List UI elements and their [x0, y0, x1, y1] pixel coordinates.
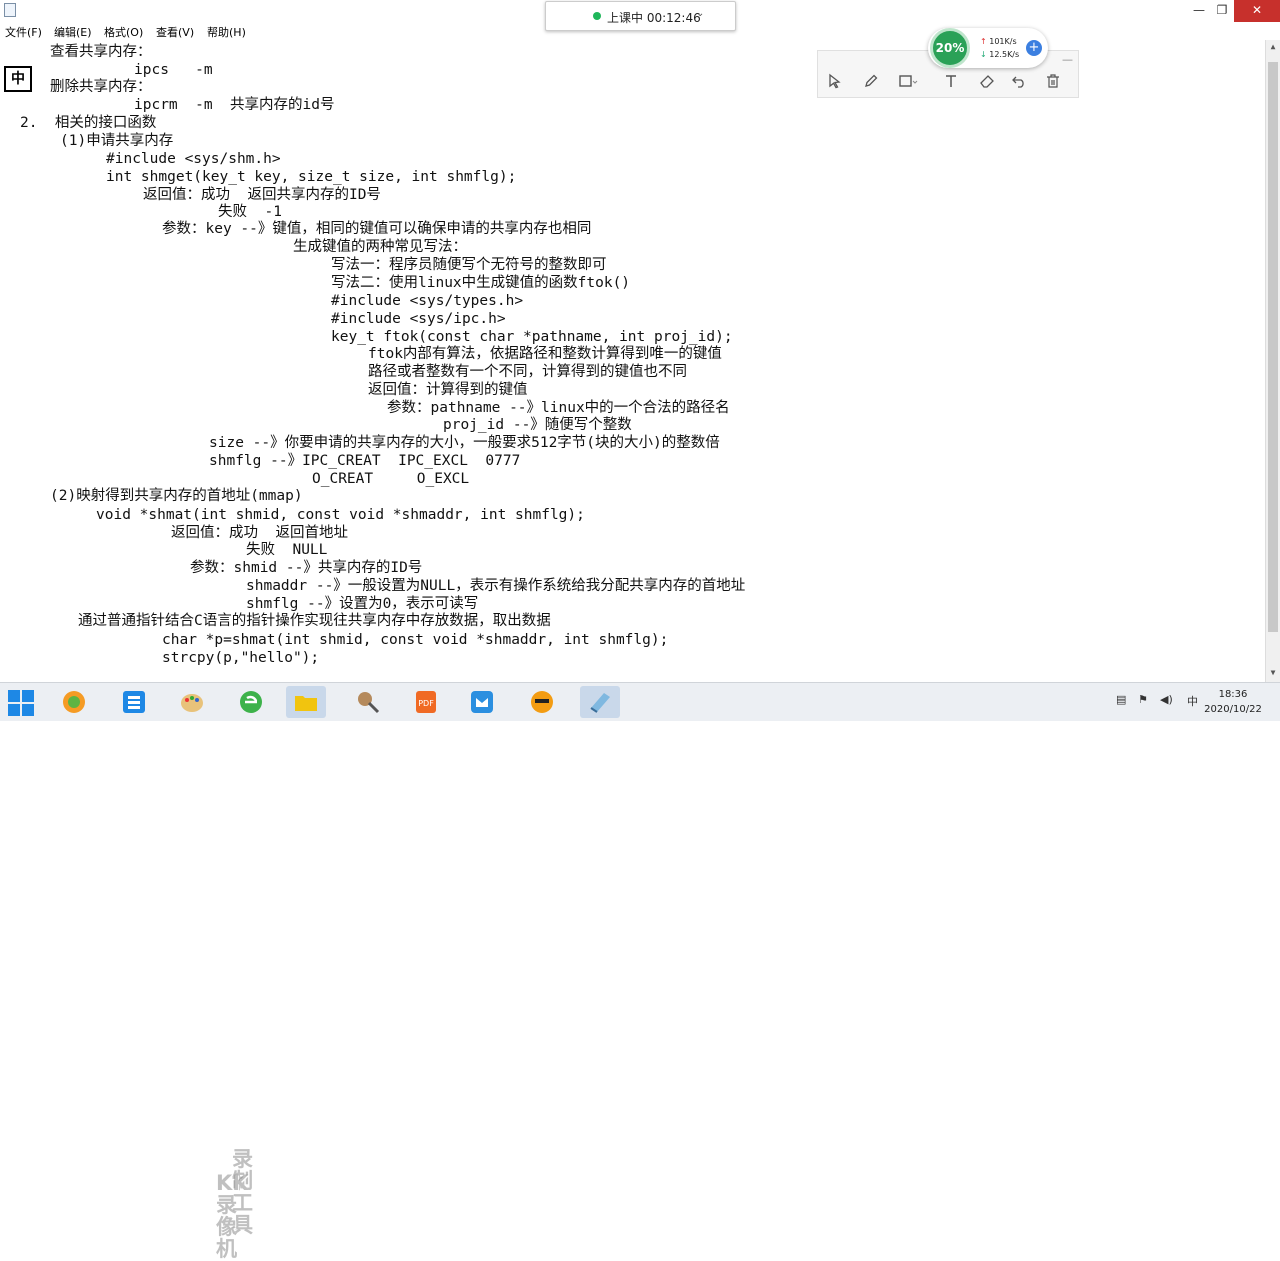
scrollbar-thumb[interactable]	[1268, 62, 1278, 632]
doc-line: ipcrm -m 共享内存的id号	[134, 97, 335, 113]
upload-speed: ↑ 101K/s	[980, 37, 1017, 46]
doc-line: (1)申请共享内存	[60, 133, 174, 149]
doc-line: 写法一：程序员随便写个无符号的整数即可	[331, 257, 607, 273]
doc-line: 参数：pathname --》linux中的一个合法的路径名	[387, 400, 730, 416]
doc-line: 失败 NULL	[246, 542, 328, 558]
notepad-icon[interactable]	[580, 686, 620, 718]
undo-icon[interactable]	[1010, 73, 1028, 91]
doc-line: 查看共享内存：	[50, 44, 152, 60]
vertical-scrollbar[interactable]: ▲ ▼	[1265, 40, 1280, 682]
pen-icon[interactable]	[862, 73, 880, 91]
doc-line: 返回值：计算得到的键值	[368, 382, 528, 398]
rectangle-icon[interactable]	[898, 73, 918, 91]
taskbar: PDF ▤ ⚑ ◀) 中 18:36 2020/10/22	[0, 682, 1280, 721]
eraser-icon[interactable]	[978, 73, 996, 91]
menu-help[interactable]: 帮助(H)	[207, 24, 246, 40]
doc-line: 通过普通指针结合C语言的指针操作实现往共享内存中存放数据，取出数据	[78, 613, 551, 629]
download-speed: ↓ 12.5K/s	[980, 50, 1020, 59]
doc-line: 2. 相关的接口函数	[20, 115, 157, 131]
watermark-line: KK录像机	[216, 1171, 249, 1261]
close-button[interactable]: ✕	[1234, 0, 1280, 22]
class-timer: 上课中 00:12:46	[607, 11, 701, 25]
doc-line: ftok内部有算法，依据路径和整数计算得到唯一的键值	[368, 346, 722, 362]
chevron-down-icon[interactable]: ⌄	[696, 8, 704, 19]
doc-line: char *p=shmat(int shmid, const void *shm…	[162, 632, 669, 648]
email-icon[interactable]	[462, 686, 502, 718]
clock-date: 2020/10/22	[1204, 704, 1262, 715]
doc-line: key_t ftok(const char *pathname, int pro…	[331, 329, 733, 345]
menu-format[interactable]: 格式(O)	[104, 24, 143, 40]
taskbar-clock[interactable]: 18:36 2020/10/22	[1200, 687, 1266, 717]
doc-line: 写法二：使用linux中生成键值的函数ftok()	[331, 275, 631, 291]
menu-view[interactable]: 查看(V)	[156, 24, 194, 40]
minimize-button[interactable]: —	[1188, 0, 1210, 22]
menu-edit[interactable]: 编辑(E)	[54, 24, 92, 40]
tray-volume-icon[interactable]: ◀)	[1160, 693, 1173, 706]
doc-line: ipcs -m	[134, 62, 213, 78]
doc-line: shmflg --》设置为0，表示可读写	[246, 596, 479, 612]
paint-icon[interactable]	[172, 686, 212, 718]
network-speed-widget[interactable]: 20% ↑ 101K/s ↓ 12.5K/s +	[928, 28, 1048, 68]
doc-line: shmflg --》IPC_CREAT IPC_EXCL 0777	[209, 453, 521, 469]
select-icon[interactable]	[826, 73, 844, 91]
text-icon[interactable]	[942, 73, 960, 91]
doc-line: int shmget(key_t key, size_t size, int s…	[106, 169, 517, 185]
tray-network-icon[interactable]: ▤	[1116, 693, 1126, 706]
pdf-icon[interactable]: PDF	[406, 686, 446, 718]
trash-icon[interactable]	[1044, 73, 1062, 91]
doc-line: #include <sys/types.h>	[331, 293, 524, 309]
file-manager-icon[interactable]	[114, 686, 154, 718]
doc-line: 删除共享内存：	[50, 79, 152, 95]
upload-speed-value: 101K/s	[989, 37, 1017, 46]
live-status-dot-icon	[593, 12, 601, 20]
tray-flag-icon[interactable]: ⚑	[1138, 693, 1148, 706]
folder-icon[interactable]	[286, 686, 326, 718]
scroll-down-icon[interactable]: ▼	[1266, 668, 1280, 677]
windows-start-icon[interactable]	[8, 690, 34, 716]
download-speed-value: 12.5K/s	[989, 50, 1020, 59]
doc-line: void *shmat(int shmid, const void *shmad…	[96, 507, 585, 523]
maximize-button[interactable]: ❐	[1210, 0, 1234, 22]
class-status-pill[interactable]: 上课中 00:12:46 ⌄	[545, 1, 736, 31]
tray-ime[interactable]: 中	[1187, 693, 1198, 709]
doc-line: 返回值：成功 返回首地址	[171, 525, 348, 541]
doc-line: (2)映射得到共享内存的首地址(mmap)	[50, 488, 303, 504]
doc-line: O_CREAT O_EXCL	[312, 471, 470, 487]
doc-line: shmaddr --》一般设置为NULL，表示有操作系统给我分配共享内存的首地址	[246, 578, 746, 594]
ime-indicator[interactable]: 中	[4, 66, 32, 92]
doc-line: 参数：key --》键值，相同的键值可以确保申请的共享内存也相同	[162, 221, 592, 237]
collapse-icon[interactable]: —	[1062, 53, 1073, 66]
memory-usage-gauge: 20%	[930, 28, 970, 68]
doc-line: 路径或者整数有一个不同，计算得到的键值也不同	[368, 364, 687, 380]
text-editor[interactable]: 查看共享内存： ipcs -m 删除共享内存： ipcrm -m 共享内存的id…	[0, 40, 1265, 682]
chat-icon[interactable]	[522, 686, 562, 718]
scroll-up-icon[interactable]: ▲	[1266, 42, 1280, 51]
plus-icon[interactable]: +	[1026, 40, 1042, 56]
doc-line: 生成键值的两种常见写法：	[293, 239, 467, 255]
doc-line: 返回值：成功 返回共享内存的ID号	[143, 187, 381, 203]
menu-file[interactable]: 文件(F)	[5, 24, 42, 40]
browser-icon[interactable]	[54, 686, 94, 718]
doc-line: size --》你要申请的共享内存的大小，一般要求512字节(块的大小)的整数倍	[209, 435, 720, 451]
svg-text:PDF: PDF	[418, 699, 434, 708]
notepad-app-icon	[4, 3, 16, 17]
doc-line: 失败 -1	[218, 204, 282, 220]
doc-line: strcpy(p,"hello");	[162, 650, 320, 666]
clock-time: 18:36	[1218, 689, 1248, 700]
doc-line: #include <sys/ipc.h>	[331, 311, 506, 327]
doc-line: #include <sys/shm.h>	[106, 151, 281, 167]
tool-icon[interactable]	[348, 686, 388, 718]
doc-line: proj_id --》随便写个整数	[443, 417, 632, 433]
doc-line: 参数：shmid --》共享内存的ID号	[190, 560, 423, 576]
ie-icon[interactable]	[231, 686, 271, 718]
